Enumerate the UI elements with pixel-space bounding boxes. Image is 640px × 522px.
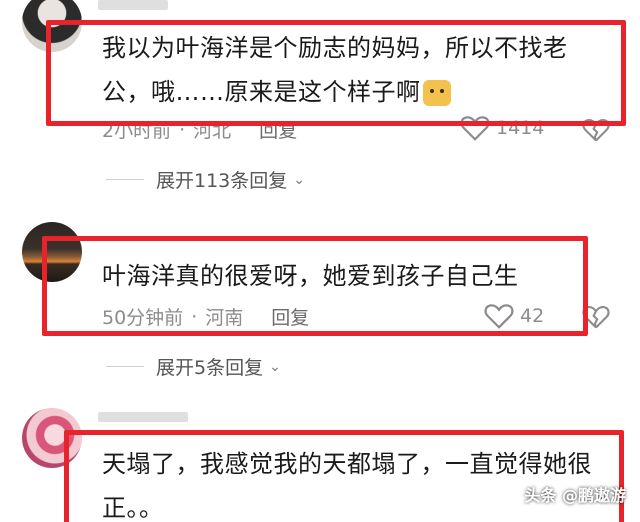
avatar[interactable] bbox=[22, 0, 82, 52]
comment-text-line: 正。。 bbox=[102, 494, 164, 522]
broken-heart-icon[interactable] bbox=[582, 116, 610, 144]
expand-replies-label: 展开113条回复 bbox=[156, 170, 288, 192]
chevron-down-icon: ⌄ bbox=[293, 171, 305, 188]
reply-button[interactable]: 回复 bbox=[271, 303, 309, 330]
username-blurred[interactable] bbox=[98, 412, 188, 422]
comment-text: 叶海洋真的很爱呀，她爱到孩子自己生 bbox=[102, 254, 519, 298]
comment-text-line: 公，哦……原来是这个样子啊 bbox=[102, 70, 568, 114]
comment-time: 50分钟前 bbox=[102, 307, 184, 329]
heart-icon bbox=[460, 116, 490, 141]
expand-replies-label: 展开5条回复 bbox=[156, 357, 264, 379]
like-count: 1414 bbox=[496, 117, 545, 139]
cat-emoji-icon bbox=[422, 80, 451, 106]
divider bbox=[106, 179, 144, 180]
chevron-down-icon: ⌄ bbox=[269, 358, 281, 375]
comment-text: 天塌了，我感觉我的天都塌了，一直觉得她很 正。。 bbox=[102, 442, 592, 522]
comment-text-line: 叶海洋真的很爱呀，她爱到孩子自己生 bbox=[102, 262, 519, 290]
expand-replies[interactable]: 展开5条回复 ⌄ bbox=[106, 353, 281, 380]
like-count: 42 bbox=[520, 305, 545, 327]
comment-location: 河南 bbox=[205, 307, 244, 329]
comment-location: 河北 bbox=[193, 120, 232, 142]
avatar[interactable] bbox=[22, 222, 82, 282]
divider bbox=[106, 366, 144, 367]
expand-replies[interactable]: 展开113条回复 ⌄ bbox=[106, 166, 305, 193]
comment-text-line-part: 公，哦……原来是这个样子啊 bbox=[102, 78, 421, 106]
like-button[interactable]: 42 bbox=[484, 302, 544, 330]
comment-text-line: 天塌了，我感觉我的天都塌了，一直觉得她很 bbox=[102, 450, 592, 478]
comment-text: 我以为叶海洋是个励志的妈妈，所以不找老 公，哦……原来是这个样子啊 bbox=[102, 26, 568, 114]
comment-time: 2小时前 bbox=[102, 120, 172, 142]
reply-button[interactable]: 回复 bbox=[259, 116, 297, 143]
comment-meta: 2小时前 · 河北 回复 bbox=[102, 116, 297, 143]
separator-dot: · bbox=[179, 118, 186, 141]
broken-heart-icon[interactable] bbox=[582, 303, 610, 331]
comment-meta: 50分钟前 · 河南 回复 bbox=[102, 303, 309, 330]
watermark: 头条 @鹏遨游 bbox=[524, 486, 626, 505]
like-button[interactable]: 1414 bbox=[460, 114, 544, 142]
avatar[interactable] bbox=[22, 408, 82, 468]
username-blurred[interactable] bbox=[98, 0, 168, 10]
comment-text-line: 我以为叶海洋是个励志的妈妈，所以不找老 bbox=[102, 34, 568, 62]
separator-dot: · bbox=[191, 305, 198, 328]
heart-icon bbox=[484, 304, 514, 329]
